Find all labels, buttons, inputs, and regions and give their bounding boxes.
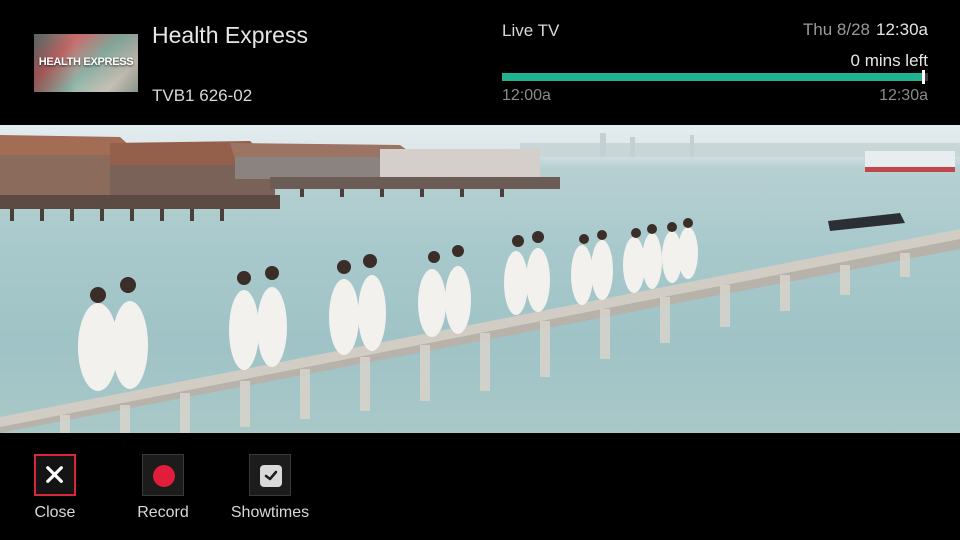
program-thumbnail: HEALTH EXPRESS [34, 34, 138, 92]
showtimes-button-box[interactable] [249, 454, 291, 496]
record-button-box[interactable] [142, 454, 184, 496]
progress-marker [922, 70, 925, 84]
close-button-box[interactable] [34, 454, 76, 496]
video-frame [0, 125, 960, 433]
program-progress-bar [502, 70, 928, 84]
progress-fill [502, 73, 924, 81]
close-button[interactable]: Close [10, 454, 100, 522]
current-time: 12:30a [876, 20, 928, 39]
close-label: Close [34, 504, 76, 521]
pier-scene-image [0, 133, 960, 433]
program-title: Health Express [152, 22, 308, 48]
showtimes-label: Showtimes [230, 504, 310, 521]
record-icon [153, 465, 175, 487]
record-button[interactable]: Record [118, 454, 208, 522]
showtimes-icon [260, 465, 282, 487]
current-date: Thu 8/28 [802, 20, 870, 39]
info-header: HEALTH EXPRESS Health Express TVB1 626-0… [0, 0, 960, 125]
record-label: Record [137, 504, 189, 521]
time-remaining: 0 mins left [850, 51, 928, 70]
channel-info: TVB1 626-02 [152, 86, 253, 105]
close-icon [46, 466, 63, 483]
action-bar: Close Record Showtimes [0, 433, 960, 540]
thumbnail-text: HEALTH EXPRESS [38, 56, 134, 68]
live-tv-label: Live TV [502, 21, 560, 40]
program-end-time: 12:30a [879, 87, 928, 104]
showtimes-button[interactable]: Showtimes [225, 454, 315, 522]
program-start-time: 12:00a [502, 87, 551, 104]
